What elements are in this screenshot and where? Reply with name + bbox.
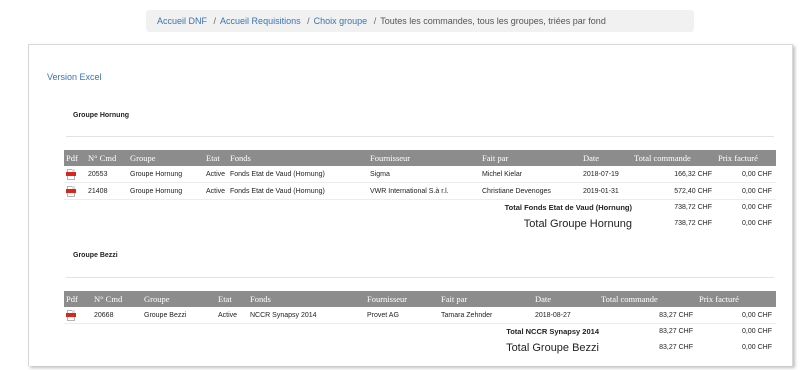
order-date: 2018-07-19: [581, 166, 632, 183]
total-fond-prix: 0,00 CHF: [742, 328, 772, 335]
breadcrumb-separator: /: [373, 16, 377, 26]
order-number: 20553: [86, 166, 128, 183]
excel-version-link[interactable]: Version Excel: [47, 72, 102, 82]
order-total: 166,32 CHF: [632, 166, 716, 183]
pdf-file-icon[interactable]: [66, 185, 76, 198]
total-group-prix: 0,00 CHF: [742, 220, 772, 227]
total-group-row: Total Groupe Bezzi 83,27 CHF 0,00 CHF: [64, 339, 776, 356]
col-header-prix: Prix facturé: [716, 150, 776, 166]
group-title-bezzi: Groupe Bezzi: [73, 252, 118, 259]
col-header-groupe: Groupe: [142, 291, 216, 307]
table-header-row: Pdf N° Cmd Groupe Etat Fonds Fournisseur…: [64, 150, 776, 166]
order-fait-par: Michel Kielar: [480, 166, 581, 183]
order-etat: Active: [216, 307, 248, 324]
total-fond-row: Total NCCR Synapsy 2014 83,27 CHF 0,00 C…: [64, 324, 776, 340]
breadcrumb-separator: /: [307, 16, 310, 26]
col-header-pdf: Pdf: [64, 150, 86, 166]
order-fonds: Fonds Etat de Vaud (Hornung): [228, 166, 368, 183]
order-etat: Active: [204, 166, 228, 183]
breadcrumb-accueil-requisitions[interactable]: Accueil Requisitions: [220, 16, 301, 26]
divider: [66, 136, 774, 137]
order-etat: Active: [204, 182, 228, 200]
total-group-value: 83,27 CHF: [659, 344, 693, 351]
col-header-etat: Etat: [216, 291, 248, 307]
table-row: 20553 Groupe Hornung Active Fonds Etat d…: [64, 166, 776, 183]
breadcrumb-separator: /: [213, 16, 217, 26]
order-fonds: Fonds Etat de Vaud (Hornung): [228, 182, 368, 200]
total-fond-label: Total NCCR Synapsy 2014: [506, 327, 599, 336]
col-header-fournisseur: Fournisseur: [368, 150, 480, 166]
order-total: 572,40 CHF: [632, 182, 716, 200]
col-header-date: Date: [581, 150, 632, 166]
order-fournisseur: VWR International S.à r.l.: [368, 182, 480, 200]
orders-table-bezzi: Pdf N° Cmd Groupe Etat Fonds Fournisseur…: [64, 291, 776, 356]
breadcrumb-choix-groupe[interactable]: Choix groupe: [314, 16, 368, 26]
total-group-label: Total Groupe Bezzi: [506, 341, 599, 354]
total-fond-value: 83,27 CHF: [659, 328, 693, 335]
order-number: 20668: [92, 307, 142, 324]
order-prix: 0,00 CHF: [716, 182, 776, 200]
table-row: 20668 Groupe Bezzi Active NCCR Synapsy 2…: [64, 307, 776, 324]
order-date: 2018-08-27: [533, 307, 599, 324]
order-prix: 0,00 CHF: [697, 307, 776, 324]
breadcrumb: Accueil DNF / Accueil Requisitions / Choix…: [146, 10, 694, 32]
order-fonds: NCCR Synapsy 2014: [248, 307, 365, 324]
col-header-fournisseur: Fournisseur: [365, 291, 439, 307]
order-number: 21408: [86, 182, 128, 200]
total-fond-value: 738,72 CHF: [674, 204, 712, 211]
total-fond-row: Total Fonds Etat de Vaud (Hornung) 738,7…: [64, 200, 776, 216]
col-header-cmd: N° Cmd: [86, 150, 128, 166]
total-group-label: Total Groupe Hornung: [523, 217, 632, 230]
orders-table-hornung: Pdf N° Cmd Groupe Etat Fonds Fournisseur…: [64, 150, 776, 232]
order-fait-par: Christiane Devenoges: [480, 182, 581, 200]
breadcrumb-current: Toutes les commandes, tous les groupes, …: [380, 16, 606, 26]
order-date: 2019-01-31: [581, 182, 632, 200]
col-header-fonds: Fonds: [228, 150, 368, 166]
col-header-cmd: N° Cmd: [92, 291, 142, 307]
order-fournisseur: Provet AG: [365, 307, 439, 324]
col-header-total: Total commande: [632, 150, 716, 166]
order-fait-par: Tamara Zehnder: [439, 307, 533, 324]
pdf-file-icon[interactable]: [66, 309, 76, 322]
order-groupe: Groupe Hornung: [128, 166, 204, 183]
divider: [66, 277, 774, 278]
col-header-etat: Etat: [204, 150, 228, 166]
order-groupe: Groupe Bezzi: [142, 307, 216, 324]
col-header-groupe: Groupe: [128, 150, 204, 166]
group-title-hornung: Groupe Hornung: [73, 112, 129, 119]
total-fond-label: Total Fonds Etat de Vaud (Hornung): [504, 203, 632, 212]
total-group-prix: 0,00 CHF: [742, 344, 772, 351]
col-header-fait-par: Fait par: [480, 150, 581, 166]
col-header-fonds: Fonds: [248, 291, 365, 307]
total-group-value: 738,72 CHF: [674, 220, 712, 227]
col-header-date: Date: [533, 291, 599, 307]
order-fournisseur: Sigma: [368, 166, 480, 183]
order-total: 83,27 CHF: [599, 307, 697, 324]
col-header-prix: Prix facturé: [697, 291, 776, 307]
order-prix: 0,00 CHF: [716, 166, 776, 183]
table-header-row: Pdf N° Cmd Groupe Etat Fonds Fournisseur…: [64, 291, 776, 307]
col-header-pdf: Pdf: [64, 291, 92, 307]
col-header-fait-par: Fait par: [439, 291, 533, 307]
breadcrumb-accueil-dnf[interactable]: Accueil DNF: [157, 16, 207, 26]
pdf-file-icon[interactable]: [66, 168, 76, 181]
table-row: 21408 Groupe Hornung Active Fonds Etat d…: [64, 182, 776, 200]
total-fond-prix: 0,00 CHF: [742, 204, 772, 211]
total-group-row: Total Groupe Hornung 738,72 CHF 0,00 CHF: [64, 215, 776, 232]
order-groupe: Groupe Hornung: [128, 182, 204, 200]
col-header-total: Total commande: [599, 291, 697, 307]
